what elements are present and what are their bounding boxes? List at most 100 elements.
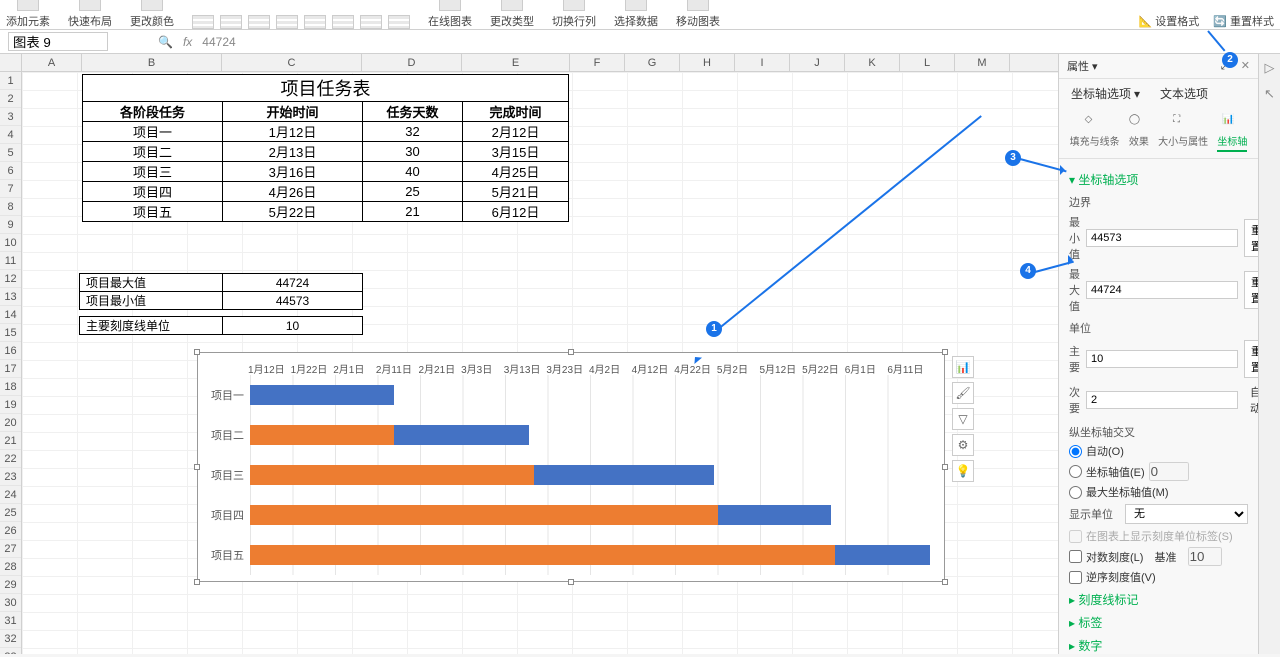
table-cell[interactable]: 40 xyxy=(363,162,463,182)
row-header[interactable]: 7 xyxy=(0,180,21,198)
row-header[interactable]: 13 xyxy=(0,288,21,306)
disp-unit-select[interactable]: 无 xyxy=(1125,504,1248,524)
chart-bar-duration[interactable] xyxy=(534,465,714,485)
major-reset-button[interactable]: 重置 xyxy=(1244,340,1258,378)
tab-text-options[interactable]: 文本选项 xyxy=(1160,85,1208,102)
chart-bar-duration[interactable] xyxy=(394,425,529,445)
reverse-check[interactable] xyxy=(1069,571,1082,584)
row-header[interactable]: 2 xyxy=(0,90,21,108)
table-cell[interactable]: 44724 xyxy=(223,274,363,292)
section-labels[interactable]: 标签 xyxy=(1069,614,1248,631)
col-header[interactable]: C xyxy=(222,54,362,71)
table-cell[interactable]: 21 xyxy=(363,202,463,222)
table-cell[interactable]: 4月26日 xyxy=(223,182,363,202)
table-cell[interactable]: 项目一 xyxy=(83,122,223,142)
table-cell[interactable]: 6月12日 xyxy=(463,202,569,222)
zoom-icon[interactable]: 🔍 xyxy=(158,35,173,49)
rail-collapse-icon[interactable]: ▷ xyxy=(1262,60,1278,76)
row-header[interactable]: 24 xyxy=(0,486,21,504)
row-header[interactable]: 23 xyxy=(0,468,21,486)
table-cell[interactable]: 项目四 xyxy=(83,182,223,202)
row-header[interactable]: 29 xyxy=(0,576,21,594)
chart-x-axis[interactable]: 1月12日1月22日2月1日2月11日2月21日3月3日3月13日3月23日4月… xyxy=(248,361,930,376)
row-header[interactable]: 10 xyxy=(0,234,21,252)
section-tick-marks[interactable]: 刻度线标记 xyxy=(1069,591,1248,608)
table-cell[interactable]: 2月13日 xyxy=(223,142,363,162)
gantt-chart[interactable]: 1月12日1月22日2月1日2月11日2月21日3月3日3月13日3月23日4月… xyxy=(197,352,945,582)
col-header[interactable]: D xyxy=(362,54,462,71)
panel-icon-fill[interactable]: ◇填充与线条 xyxy=(1070,114,1120,152)
chart-idea-button[interactable]: 💡 xyxy=(952,460,974,482)
row-header[interactable]: 31 xyxy=(0,612,21,630)
row-header[interactable]: 20 xyxy=(0,414,21,432)
ribbon-set-format[interactable]: 📐 设置格式 xyxy=(1138,13,1199,29)
section-number[interactable]: 数字 xyxy=(1069,637,1248,654)
row-header[interactable]: 3 xyxy=(0,108,21,126)
table-cell[interactable]: 5月21日 xyxy=(463,182,569,202)
cells-grid[interactable]: 项目任务表 各阶段任务开始时间任务天数完成时间 项目一1月12日322月12日项… xyxy=(22,72,1058,654)
chart-bar-offset[interactable] xyxy=(250,505,718,525)
min-input[interactable] xyxy=(1086,229,1238,247)
ribbon-change-type[interactable]: 更改类型 xyxy=(490,0,534,29)
rail-cursor-icon[interactable]: ↖ xyxy=(1262,86,1278,102)
table-cell[interactable]: 项目五 xyxy=(83,202,223,222)
max-input[interactable] xyxy=(1086,281,1238,299)
row-header[interactable]: 9 xyxy=(0,216,21,234)
ribbon-select-data[interactable]: 选择数据 xyxy=(614,0,658,29)
col-header[interactable]: B xyxy=(82,54,222,71)
ribbon-move-chart[interactable]: 移动图表 xyxy=(676,0,720,29)
table-cell[interactable]: 25 xyxy=(363,182,463,202)
chart-plot-area[interactable]: 项目一项目二项目三项目四项目五 xyxy=(250,375,930,575)
panel-icon-effects[interactable]: ◯效果 xyxy=(1129,114,1149,152)
table-cell[interactable]: 3月15日 xyxy=(463,142,569,162)
col-header[interactable]: G xyxy=(625,54,680,71)
chart-bar-offset[interactable] xyxy=(250,545,835,565)
chart-bar-offset[interactable] xyxy=(250,465,534,485)
col-header[interactable]: H xyxy=(680,54,735,71)
row-header[interactable]: 26 xyxy=(0,522,21,540)
ribbon-reset-style[interactable]: 🔄 重置样式 xyxy=(1213,13,1274,29)
row-header[interactable]: 18 xyxy=(0,378,21,396)
panel-close-icon[interactable]: ✕ xyxy=(1241,60,1250,72)
row-header[interactable]: 15 xyxy=(0,324,21,342)
table-cell[interactable]: 主要刻度线单位 xyxy=(80,317,223,335)
row-header[interactable]: 1 xyxy=(0,72,21,90)
ribbon-quick-layout[interactable]: 快速布局 xyxy=(68,0,112,29)
cross-axisval-radio[interactable] xyxy=(1069,465,1082,478)
col-header[interactable]: E xyxy=(462,54,570,71)
table-cell[interactable]: 3月16日 xyxy=(223,162,363,182)
row-header[interactable]: 17 xyxy=(0,360,21,378)
col-header[interactable]: M xyxy=(955,54,1010,71)
ribbon-add-element[interactable]: 添加元素 xyxy=(6,0,50,29)
chart-bar-duration[interactable] xyxy=(718,505,831,525)
chart-bar-offset[interactable] xyxy=(250,425,394,445)
section-axis-options[interactable]: 坐标轴选项 xyxy=(1069,171,1248,188)
panel-icon-axis[interactable]: 📊坐标轴 xyxy=(1217,114,1247,152)
row-header[interactable]: 8 xyxy=(0,198,21,216)
table-cell[interactable]: 30 xyxy=(363,142,463,162)
col-header[interactable]: F xyxy=(570,54,625,71)
row-header[interactable]: 32 xyxy=(0,630,21,648)
row-header[interactable]: 4 xyxy=(0,126,21,144)
col-header[interactable]: J xyxy=(790,54,845,71)
panel-icon-size[interactable]: ⛶大小与属性 xyxy=(1158,114,1208,152)
ribbon-switch-rowcol[interactable]: 切换行列 xyxy=(552,0,596,29)
table-cell[interactable]: 1月12日 xyxy=(223,122,363,142)
chart-settings-button[interactable]: ⚙ xyxy=(952,434,974,456)
row-header[interactable]: 16 xyxy=(0,342,21,360)
row-header[interactable]: 19 xyxy=(0,396,21,414)
table-cell[interactable]: 4月25日 xyxy=(463,162,569,182)
chart-brush-button[interactable]: 🖌 xyxy=(952,382,974,404)
row-header[interactable]: 11 xyxy=(0,252,21,270)
min-reset-button[interactable]: 重置 xyxy=(1244,219,1258,257)
table-cell[interactable]: 项目三 xyxy=(83,162,223,182)
chart-filter-button[interactable]: ▽ xyxy=(952,408,974,430)
row-header[interactable]: 30 xyxy=(0,594,21,612)
table-cell[interactable]: 10 xyxy=(223,317,363,335)
table-cell[interactable]: 44573 xyxy=(223,292,363,310)
minor-input[interactable] xyxy=(1086,391,1238,409)
ribbon-style-gallery[interactable] xyxy=(192,15,410,29)
major-input[interactable] xyxy=(1086,350,1238,368)
worksheet[interactable]: ABCDEFGHIJKLM 12345678910111213141516171… xyxy=(0,54,1058,654)
ribbon-change-color[interactable]: 更改颜色 xyxy=(130,0,174,29)
